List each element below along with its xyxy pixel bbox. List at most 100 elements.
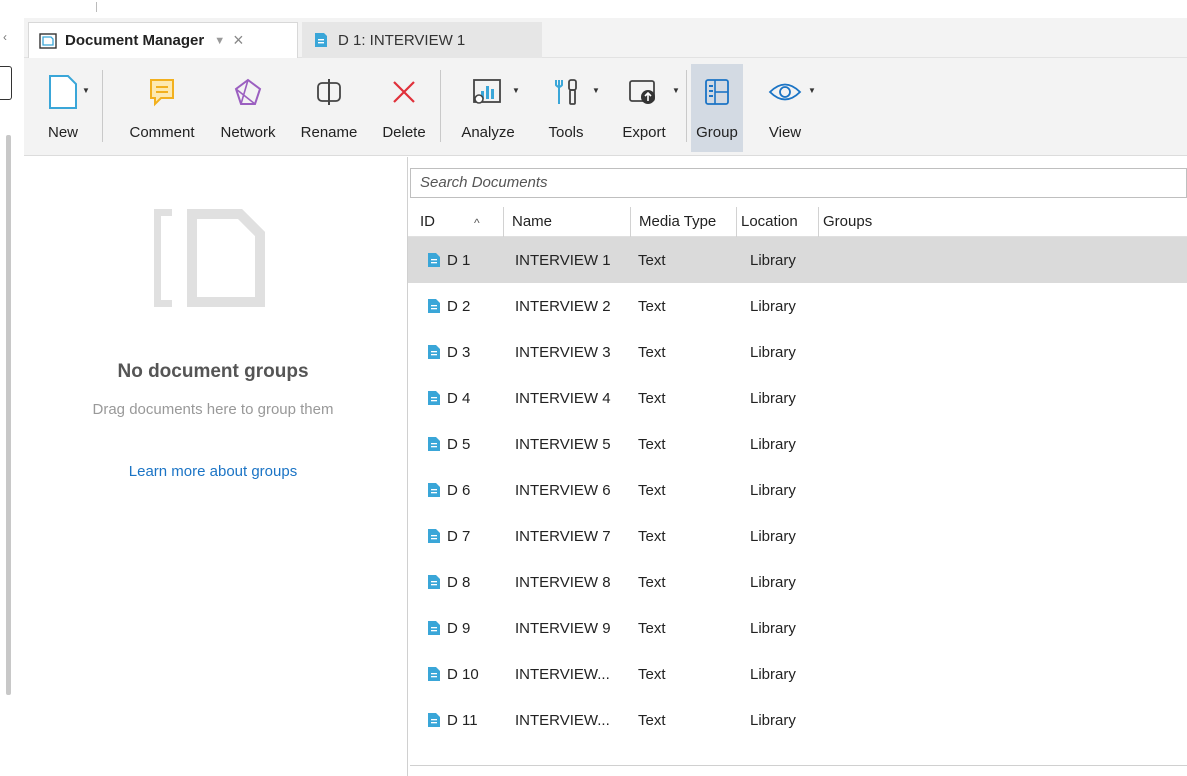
cell-location: Library xyxy=(750,666,796,683)
dropdown-arrow-icon[interactable]: ▼ xyxy=(214,35,225,47)
table-row[interactable]: D 8 INTERVIEW 8 Text Library xyxy=(408,559,1187,605)
analyze-chart-icon xyxy=(466,70,510,114)
cell-id: D 10 xyxy=(447,666,479,683)
cell-location: Library xyxy=(750,436,796,453)
left-gutter: ‹ xyxy=(0,0,18,776)
cell-media-type: Text xyxy=(638,712,666,729)
tab-document-d1[interactable]: D 1: INTERVIEW 1 xyxy=(302,22,542,58)
cell-location: Library xyxy=(750,344,796,361)
network-button[interactable]: Network xyxy=(210,64,286,152)
cell-media-type: Text xyxy=(638,252,666,269)
cell-location: Library xyxy=(750,620,796,637)
rename-label: Rename xyxy=(300,124,358,141)
column-header-name[interactable]: Name xyxy=(512,213,552,230)
dropdown-arrow-icon[interactable]: ▼ xyxy=(512,86,520,95)
export-icon xyxy=(622,70,666,114)
empty-state-title: No document groups xyxy=(117,361,309,382)
empty-groups-icon xyxy=(154,209,265,307)
cell-name: INTERVIEW 9 xyxy=(515,620,611,637)
sort-ascending-icon[interactable]: ^ xyxy=(474,216,480,230)
cell-media-type: Text xyxy=(638,620,666,637)
new-document-icon xyxy=(41,70,85,114)
column-header-location[interactable]: Location xyxy=(741,213,798,230)
rename-icon xyxy=(307,70,351,114)
document-icon xyxy=(428,437,440,451)
cell-media-type: Text xyxy=(638,574,666,591)
document-icon xyxy=(428,621,440,635)
chevron-left-icon[interactable]: ‹ xyxy=(3,30,7,44)
table-row[interactable]: D 11 INTERVIEW... Text Library xyxy=(408,697,1187,743)
table-row[interactable]: D 3 INTERVIEW 3 Text Library xyxy=(408,329,1187,375)
analyze-label: Analyze xyxy=(461,124,515,141)
cell-media-type: Text xyxy=(638,390,666,407)
cell-location: Library xyxy=(750,252,796,269)
column-header-media-type[interactable]: Media Type xyxy=(639,213,716,230)
table-row[interactable]: D 7 INTERVIEW 7 Text Library xyxy=(408,513,1187,559)
delete-button[interactable]: Delete xyxy=(374,64,434,152)
rename-button[interactable]: Rename xyxy=(294,64,364,152)
document-rows: D 1 INTERVIEW 1 Text Library D 2 INTERVIEW 2 T… xyxy=(408,237,1187,743)
comment-button[interactable]: Comment xyxy=(114,64,210,152)
cell-media-type: Text xyxy=(638,436,666,453)
export-button[interactable]: ▼ Export xyxy=(606,64,682,152)
table-row[interactable]: D 2 INTERVIEW 2 Text Library xyxy=(408,283,1187,329)
document-icon xyxy=(428,391,440,405)
tools-label: Tools xyxy=(548,124,584,141)
column-header-id[interactable]: ID xyxy=(420,213,435,230)
cell-name: INTERVIEW 4 xyxy=(515,390,611,407)
cell-location: Library xyxy=(750,390,796,407)
cell-name: INTERVIEW 8 xyxy=(515,574,611,591)
tab-bar: Document Manager ▼ × D 1: INTERVIEW 1 xyxy=(24,18,1187,58)
cell-id: D 7 xyxy=(447,528,471,545)
network-label: Network xyxy=(220,124,276,141)
group-button[interactable]: Group xyxy=(691,64,743,152)
analyze-button[interactable]: ▼ Analyze xyxy=(450,64,526,152)
comment-label: Comment xyxy=(129,124,195,141)
document-groups-panel[interactable]: No document groups Drag documents here t… xyxy=(18,157,408,776)
cell-media-type: Text xyxy=(638,528,666,545)
cell-id: D 5 xyxy=(447,436,471,453)
view-button[interactable]: ▼ View xyxy=(752,64,818,152)
scrollbar[interactable] xyxy=(6,135,11,695)
table-row[interactable]: D 4 INTERVIEW 4 Text Library xyxy=(408,375,1187,421)
learn-more-link[interactable]: Learn more about groups xyxy=(18,463,408,480)
close-icon[interactable]: × xyxy=(233,30,244,51)
table-row[interactable]: D 6 INTERVIEW 6 Text Library xyxy=(408,467,1187,513)
top-strip xyxy=(18,0,1187,18)
empty-state-hint: Drag documents here to group them xyxy=(92,401,334,418)
cell-location: Library xyxy=(750,574,796,591)
table-row[interactable]: D 5 INTERVIEW 5 Text Library xyxy=(408,421,1187,467)
tab-document-manager[interactable]: Document Manager ▼ × xyxy=(28,22,298,58)
dropdown-arrow-icon[interactable]: ▼ xyxy=(592,86,600,95)
cell-media-type: Text xyxy=(638,482,666,499)
table-row[interactable]: D 9 INTERVIEW 9 Text Library xyxy=(408,605,1187,651)
cell-id: D 9 xyxy=(447,620,471,637)
cell-location: Library xyxy=(750,482,796,499)
collapsed-panel-handle[interactable] xyxy=(0,66,12,100)
cell-media-type: Text xyxy=(638,344,666,361)
column-header-groups[interactable]: Groups xyxy=(823,213,872,230)
eye-icon xyxy=(763,70,807,114)
table-row[interactable]: D 1 INTERVIEW 1 Text Library xyxy=(408,237,1187,283)
cell-location: Library xyxy=(750,712,796,729)
new-button[interactable]: ▼ New xyxy=(36,64,90,152)
dropdown-arrow-icon[interactable]: ▼ xyxy=(672,86,680,95)
cell-id: D 4 xyxy=(447,390,471,407)
dropdown-arrow-icon[interactable]: ▼ xyxy=(808,86,816,95)
tools-button[interactable]: ▼ Tools xyxy=(534,64,600,152)
cell-name: INTERVIEW... xyxy=(515,666,610,683)
table-row[interactable]: D 10 INTERVIEW... Text Library xyxy=(408,651,1187,697)
cell-location: Library xyxy=(750,298,796,315)
cell-media-type: Text xyxy=(638,666,666,683)
dropdown-arrow-icon[interactable]: ▼ xyxy=(82,86,90,95)
table-header: ID ^ Name Media Type Location Groups xyxy=(408,207,1187,237)
cell-name: INTERVIEW 3 xyxy=(515,344,611,361)
network-icon xyxy=(226,70,270,114)
document-list-panel: Search Documents ID ^ Name Media Type Lo… xyxy=(408,157,1187,776)
document-manager-icon xyxy=(39,32,57,49)
cell-id: D 3 xyxy=(447,344,471,361)
document-icon xyxy=(428,253,440,267)
cell-name: INTERVIEW 6 xyxy=(515,482,611,499)
search-documents-input[interactable]: Search Documents xyxy=(410,168,1187,198)
document-icon xyxy=(428,483,440,497)
